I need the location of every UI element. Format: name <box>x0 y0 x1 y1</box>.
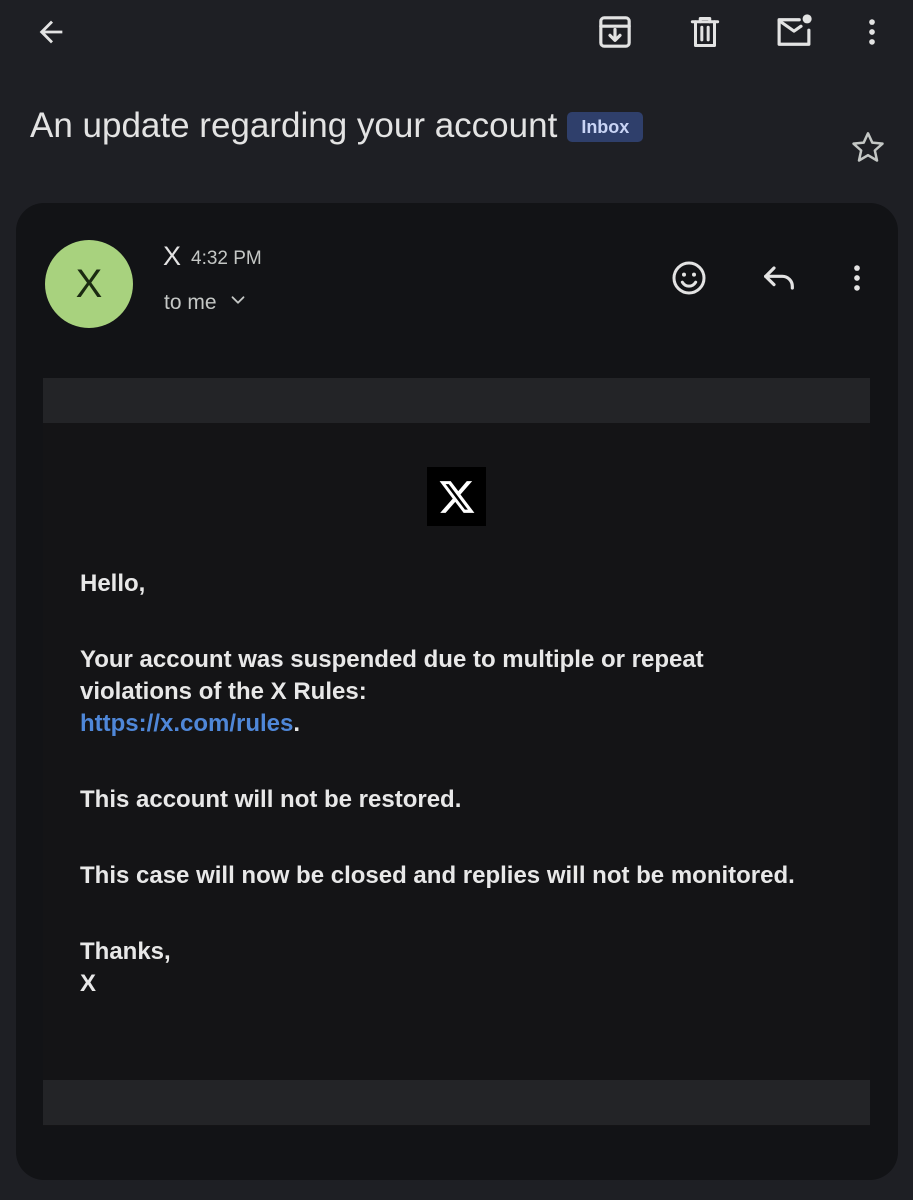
suspension-paragraph: Your account was suspended due to multip… <box>80 644 820 740</box>
message-time: 4:32 PM <box>191 248 262 269</box>
greeting: Hello, <box>80 570 146 597</box>
mail-unread-icon <box>773 11 815 53</box>
email-content: Hello, Your account was suspended due to… <box>80 568 820 1000</box>
chevron-down-icon <box>227 289 249 317</box>
back-button[interactable] <box>23 4 79 60</box>
recipient-label: to me <box>164 291 217 314</box>
signature: X <box>80 970 97 997</box>
email-header-band <box>43 378 870 423</box>
mark-unread-button[interactable] <box>766 4 822 60</box>
restore-paragraph: This account will not be restored. <box>80 786 462 813</box>
suspension-period: . <box>293 710 301 737</box>
more-options-button[interactable] <box>844 4 900 60</box>
rules-link[interactable]: https://x.com/rules <box>80 710 293 737</box>
star-outline-icon <box>848 128 888 168</box>
message-more-button[interactable] <box>829 250 885 306</box>
suspension-text: Your account was suspended due to multip… <box>80 646 704 705</box>
email-subject: An update regarding your account <box>30 106 558 145</box>
more-vert-icon <box>855 15 889 49</box>
email-footer-band <box>43 1080 870 1125</box>
inbox-label-chip[interactable]: Inbox <box>567 112 644 142</box>
subject-row: An update regarding your account Inbox <box>30 106 830 146</box>
reply-icon <box>759 258 799 298</box>
email-body: Hello, Your account was suspended due to… <box>43 378 870 1126</box>
email-view: An update regarding your account Inbox X… <box>0 0 913 1200</box>
add-reaction-button[interactable] <box>661 250 717 306</box>
star-button[interactable] <box>840 120 896 176</box>
reply-button[interactable] <box>751 250 807 306</box>
top-app-bar <box>0 0 913 66</box>
x-logo <box>427 467 486 526</box>
arrow-left-icon <box>34 15 68 49</box>
trash-icon <box>686 13 724 51</box>
message-card: X X 4:32 PM to me Hello, Your account wa… <box>16 203 898 1180</box>
case-closed-paragraph: This case will now be closed and replies… <box>80 862 795 889</box>
avatar[interactable]: X <box>45 240 133 328</box>
signoff-paragraph: Thanks, X <box>80 936 820 1000</box>
sender-name[interactable]: X <box>163 241 181 272</box>
emoji-icon <box>669 258 709 298</box>
signoff: Thanks, <box>80 938 171 965</box>
recipient-details-toggle[interactable]: to me <box>164 289 249 317</box>
archive-icon <box>595 12 635 52</box>
archive-button[interactable] <box>587 4 643 60</box>
delete-button[interactable] <box>677 4 733 60</box>
more-vert-icon <box>840 261 874 295</box>
